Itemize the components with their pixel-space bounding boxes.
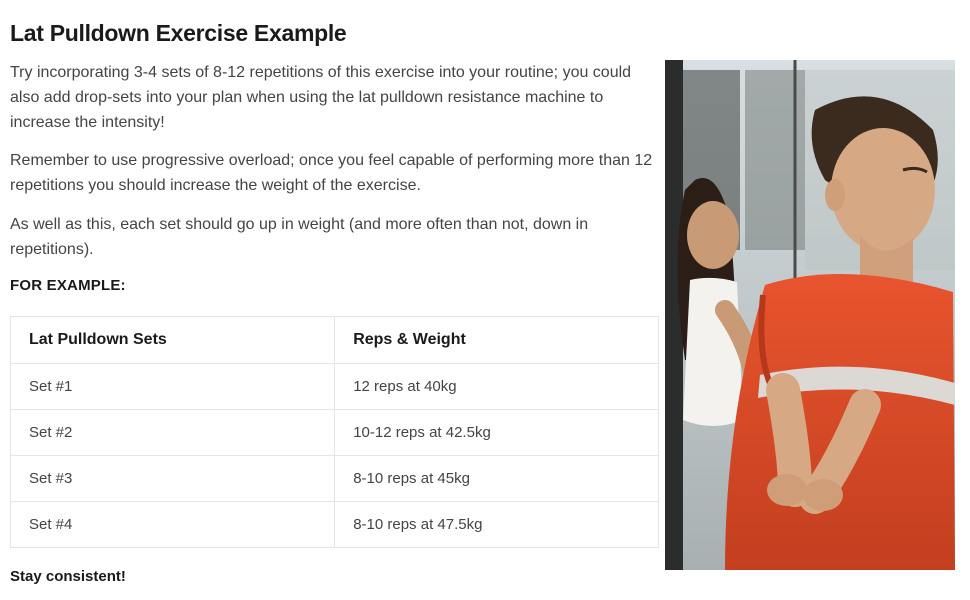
detail-cell: 8-10 reps at 47.5kg [335, 501, 659, 547]
table-row: Set #4 8-10 reps at 47.5kg [11, 501, 659, 547]
table-header-sets: Lat Pulldown Sets [11, 316, 335, 363]
set-cell: Set #1 [11, 363, 335, 409]
set-cell: Set #2 [11, 409, 335, 455]
page-title: Lat Pulldown Exercise Example [10, 20, 659, 47]
table-row: Set #1 12 reps at 40kg [11, 363, 659, 409]
intro-paragraph-3: As well as this, each set should go up i… [10, 213, 659, 263]
sets-table: Lat Pulldown Sets Reps & Weight Set #1 1… [10, 316, 659, 548]
set-cell: Set #4 [11, 501, 335, 547]
intro-paragraph-1: Try incorporating 3-4 sets of 8-12 repet… [10, 61, 659, 135]
detail-cell: 12 reps at 40kg [335, 363, 659, 409]
set-cell: Set #3 [11, 455, 335, 501]
hero-image [665, 60, 955, 570]
table-row: Set #2 10-12 reps at 42.5kg [11, 409, 659, 455]
detail-cell: 8-10 reps at 45kg [335, 455, 659, 501]
detail-cell: 10-12 reps at 42.5kg [335, 409, 659, 455]
table-header-reps: Reps & Weight [335, 316, 659, 363]
table-row: Set #3 8-10 reps at 45kg [11, 455, 659, 501]
example-label: FOR EXAMPLE: [10, 277, 659, 294]
table-header-row: Lat Pulldown Sets Reps & Weight [11, 316, 659, 363]
article-content: Lat Pulldown Exercise Example Try incorp… [10, 20, 665, 580]
intro-paragraph-2: Remember to use progressive overload; on… [10, 149, 659, 199]
hero-image-column [665, 20, 955, 580]
closing-text: Stay consistent! [10, 568, 659, 585]
